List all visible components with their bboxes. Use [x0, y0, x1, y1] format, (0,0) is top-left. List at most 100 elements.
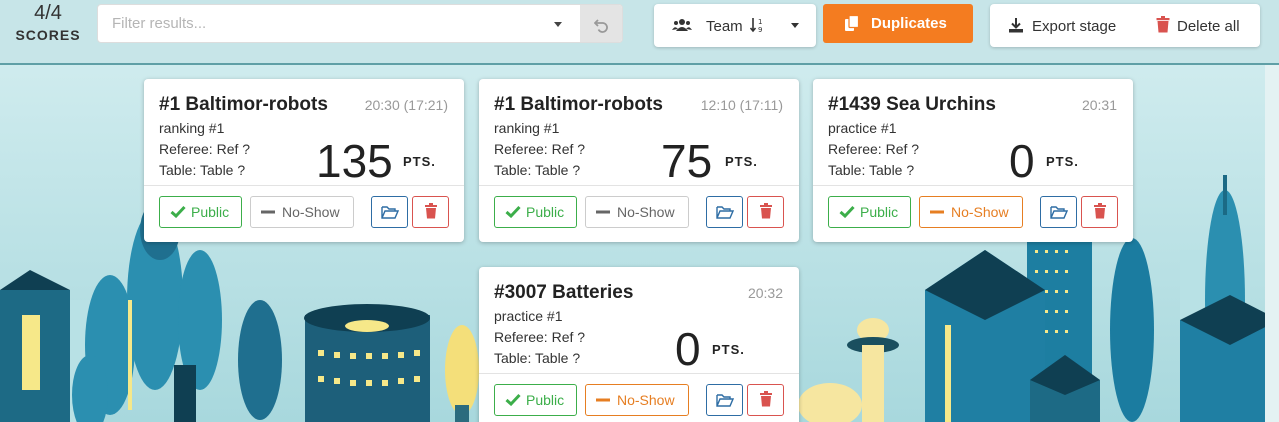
pts-label: PTS.	[403, 154, 436, 169]
folder-open-icon	[716, 206, 734, 219]
public-label: Public	[526, 392, 565, 408]
minus-icon	[596, 210, 610, 214]
minus-icon	[596, 398, 610, 402]
score-value: 135	[316, 135, 393, 187]
delete-score-button[interactable]	[1081, 196, 1118, 228]
team-title: #1439 Sea Urchins	[828, 94, 996, 115]
stage-round: practice #1	[494, 308, 563, 324]
referee-text: Referee: Ref ?	[828, 141, 920, 157]
public-button[interactable]: Public	[828, 196, 911, 228]
pts-label: PTS.	[1046, 154, 1079, 169]
score-value: 0	[1009, 135, 1035, 187]
no-show-button[interactable]: No-Show	[585, 384, 689, 416]
no-show-button[interactable]: No-Show	[919, 196, 1023, 228]
sort-numeric-icon: 1 9	[750, 18, 762, 33]
no-show-label: No-Show	[951, 204, 1009, 220]
top-toolbar: 4/4 SCORES Filter results... Team 1 9 Du…	[0, 0, 1279, 65]
public-label: Public	[526, 204, 565, 220]
stage-actions-group: Export stage Delete all	[990, 4, 1260, 47]
users-icon	[672, 19, 692, 31]
score-time: 20:31	[1081, 97, 1117, 113]
score-card: #1 Baltimor-robots 12:10 (17:11) ranking…	[479, 79, 799, 242]
score-card: #3007 Batteries 20:32 practice #1 Refere…	[479, 267, 799, 422]
pts-label: PTS.	[712, 342, 745, 357]
download-icon	[1009, 18, 1023, 33]
delete-score-button[interactable]	[412, 196, 449, 228]
undo-icon	[594, 19, 608, 33]
table-text: Table: Table ?	[159, 162, 246, 178]
chevron-down-icon	[554, 22, 562, 27]
folder-open-icon	[1050, 206, 1068, 219]
stage-round: ranking #1	[159, 120, 225, 136]
export-stage-button[interactable]: Export stage	[990, 4, 1135, 47]
open-score-button[interactable]	[706, 384, 743, 416]
no-show-button[interactable]: No-Show	[250, 196, 354, 228]
public-button[interactable]: Public	[159, 196, 242, 228]
stage-round: ranking #1	[494, 120, 560, 136]
filter-placeholder: Filter results...	[112, 15, 207, 32]
score-value: 75	[661, 135, 713, 187]
public-button[interactable]: Public	[494, 196, 577, 228]
team-title: #3007 Batteries	[494, 282, 634, 303]
no-show-label: No-Show	[617, 204, 675, 220]
referee-text: Referee: Ref ?	[494, 141, 586, 157]
table-text: Table: Table ?	[494, 162, 581, 178]
score-card: #1439 Sea Urchins 20:31 practice #1 Refe…	[813, 79, 1133, 242]
svg-text:9: 9	[758, 26, 762, 33]
no-show-label: No-Show	[282, 204, 340, 220]
svg-text:1: 1	[758, 18, 762, 26]
table-text: Table: Table ?	[828, 162, 915, 178]
public-label: Public	[191, 204, 230, 220]
sort-label: Team	[706, 18, 743, 35]
open-score-button[interactable]	[1040, 196, 1077, 228]
delete-all-label: Delete all	[1177, 18, 1240, 35]
card-divider	[479, 185, 799, 186]
copy-icon	[845, 15, 860, 31]
delete-all-button[interactable]: Delete all	[1140, 4, 1260, 47]
open-score-button[interactable]	[706, 196, 743, 228]
trash-icon	[760, 203, 772, 219]
public-label: Public	[860, 204, 899, 220]
open-score-button[interactable]	[371, 196, 408, 228]
check-icon	[170, 205, 186, 218]
card-divider	[479, 373, 799, 374]
trash-icon	[760, 391, 772, 407]
referee-text: Referee: Ref ?	[494, 329, 586, 345]
public-button[interactable]: Public	[494, 384, 577, 416]
table-text: Table: Table ?	[494, 350, 581, 366]
trash-icon	[425, 203, 437, 219]
no-show-button[interactable]: No-Show	[585, 196, 689, 228]
sort-by-team-dropdown[interactable]: Team 1 9	[654, 4, 816, 47]
reset-filter-button[interactable]	[580, 5, 622, 42]
team-title: #1 Baltimor-robots	[494, 94, 663, 115]
score-count-label: SCORES	[15, 27, 81, 43]
trash-icon	[1156, 16, 1170, 33]
stage-round: practice #1	[828, 120, 897, 136]
score-count-value: 4/4	[34, 2, 62, 24]
card-divider	[144, 185, 464, 186]
team-title: #1 Baltimor-robots	[159, 94, 328, 115]
no-show-label: No-Show	[617, 392, 675, 408]
score-counter: 4/4 SCORES	[10, 2, 86, 43]
folder-open-icon	[716, 394, 734, 407]
minus-icon	[930, 210, 944, 214]
score-time: 12:10 (17:11)	[700, 97, 783, 113]
chevron-down-icon	[791, 23, 799, 28]
minus-icon	[261, 210, 275, 214]
trash-icon	[1094, 203, 1106, 219]
export-stage-label: Export stage	[1032, 18, 1117, 35]
check-icon	[505, 205, 521, 218]
score-time: 20:30 (17:21)	[364, 97, 448, 113]
check-icon	[505, 393, 521, 406]
check-icon	[839, 205, 855, 218]
delete-score-button[interactable]	[747, 384, 784, 416]
score-value: 0	[675, 323, 701, 375]
delete-score-button[interactable]	[747, 196, 784, 228]
duplicates-button[interactable]: Duplicates	[823, 4, 973, 43]
filter-dropdown[interactable]: Filter results...	[97, 4, 623, 43]
folder-open-icon	[381, 206, 399, 219]
card-divider	[813, 185, 1133, 186]
score-card: #1 Baltimor-robots 20:30 (17:21) ranking…	[144, 79, 464, 242]
referee-text: Referee: Ref ?	[159, 141, 251, 157]
pts-label: PTS.	[725, 154, 758, 169]
